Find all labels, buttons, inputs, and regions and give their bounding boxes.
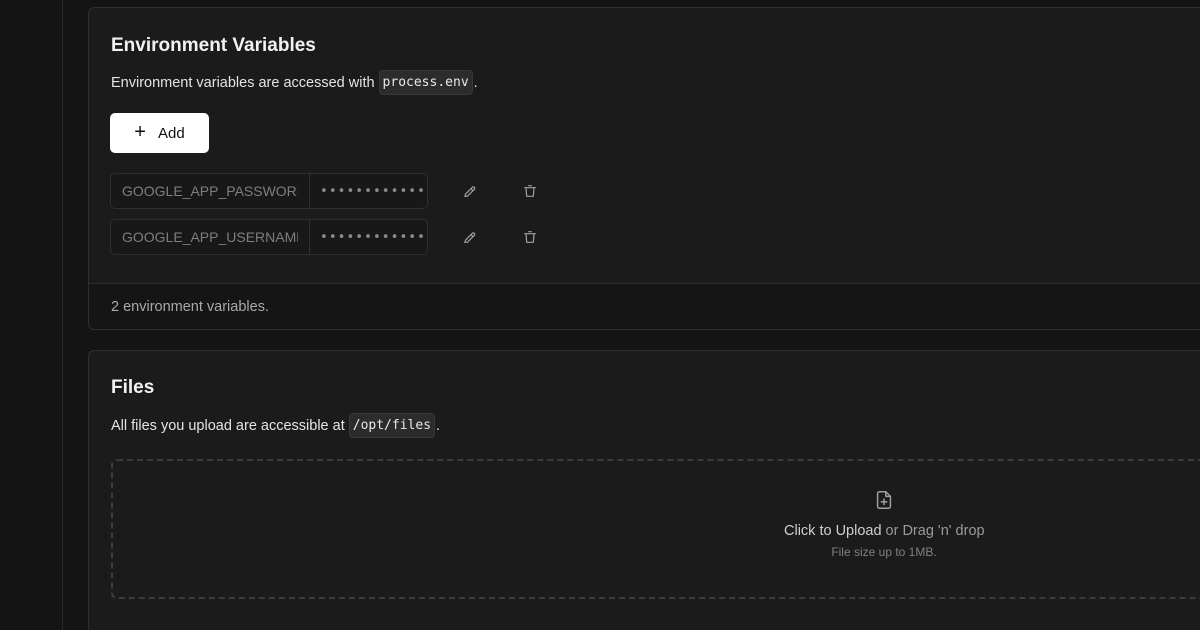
- dropzone-content: Click to Upload or Drag 'n' drop File si…: [784, 489, 985, 559]
- file-size-hint: File size up to 1MB.: [831, 545, 937, 559]
- env-count-text: 2 environment variables.: [111, 299, 269, 315]
- env-section-title: Environment Variables: [111, 35, 316, 56]
- click-to-upload-link[interactable]: Click to Upload: [784, 523, 882, 539]
- left-rail: [0, 0, 63, 630]
- files-card: Files All files you upload are accessibl…: [88, 350, 1200, 630]
- pencil-icon: [464, 186, 476, 197]
- env-section-description: Environment variables are accessed with …: [111, 70, 478, 95]
- files-desc-suffix: .: [436, 417, 441, 434]
- env-variables-card: Environment Variables Environment variab…: [88, 7, 1200, 330]
- files-section-title: Files: [111, 377, 155, 398]
- files-desc-code: /opt/files: [348, 413, 436, 438]
- delete-env-button[interactable]: [518, 179, 542, 203]
- pencil-icon: [464, 232, 476, 243]
- edit-env-button[interactable]: [458, 225, 482, 249]
- env-field: [110, 219, 428, 255]
- trash-icon: [524, 185, 536, 197]
- file-dropzone[interactable]: Click to Upload or Drag 'n' drop File si…: [111, 459, 1200, 599]
- file-plus-icon: [876, 491, 892, 509]
- add-env-button-label: Add: [157, 124, 185, 142]
- add-env-button[interactable]: + Add: [110, 113, 209, 153]
- plus-icon: +: [134, 121, 146, 143]
- files-desc-text: All files you upload are accessible at: [111, 417, 345, 434]
- drag-drop-text: or Drag 'n' drop: [881, 523, 985, 539]
- env-desc-code: process.env: [378, 70, 473, 95]
- env-desc-text: Environment variables are accessed with: [111, 74, 375, 91]
- env-row: [110, 219, 542, 255]
- env-field: [110, 173, 428, 209]
- env-row: [110, 173, 542, 209]
- env-footer: 2 environment variables.: [89, 283, 1200, 329]
- env-desc-suffix: .: [473, 74, 478, 91]
- env-key-input[interactable]: [111, 220, 310, 254]
- env-key-input[interactable]: [111, 174, 310, 208]
- trash-icon: [524, 231, 536, 243]
- dropzone-text: Click to Upload or Drag 'n' drop: [784, 523, 985, 539]
- env-value-input[interactable]: [310, 174, 427, 208]
- env-value-input[interactable]: [310, 220, 427, 254]
- edit-env-button[interactable]: [458, 179, 482, 203]
- delete-env-button[interactable]: [518, 225, 542, 249]
- files-section-description: All files you upload are accessible at /…: [111, 413, 440, 438]
